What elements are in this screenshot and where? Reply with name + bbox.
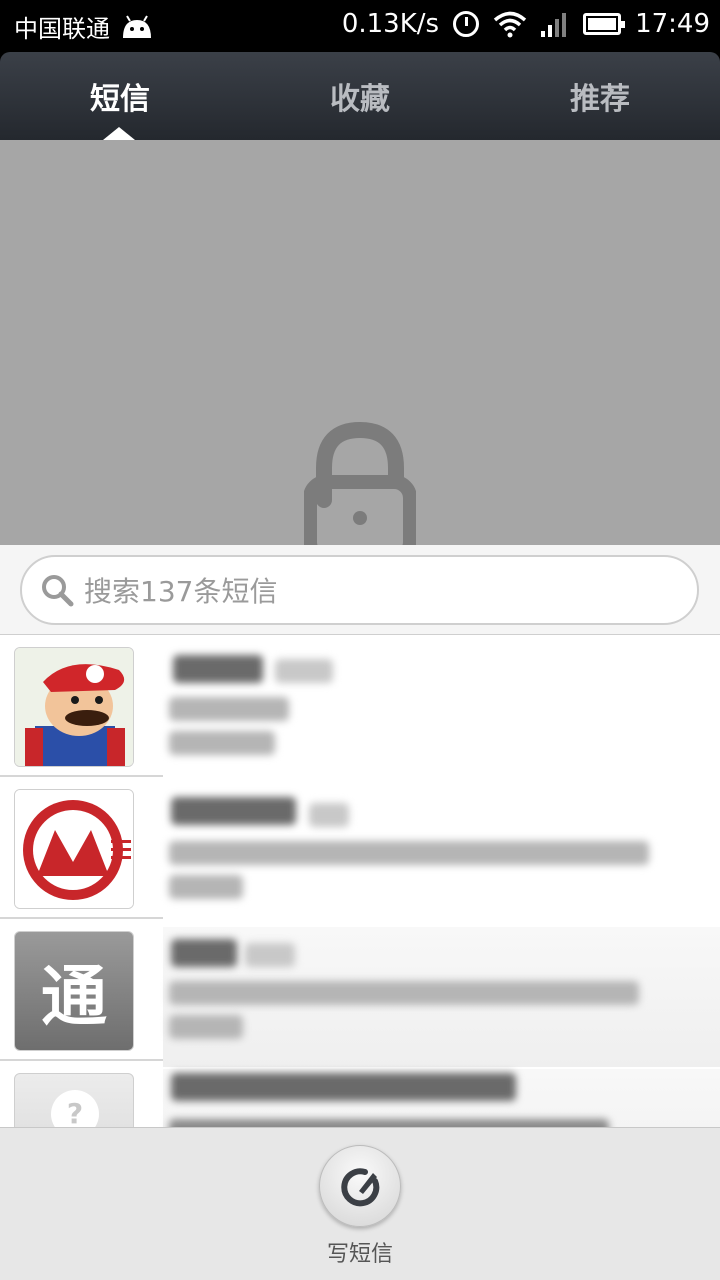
search-placeholder: 搜索137条短信 — [84, 575, 278, 608]
carrier-name: 中国联通 — [14, 15, 110, 43]
compose-icon — [341, 1168, 380, 1207]
search-icon — [40, 573, 74, 607]
compose-message-button[interactable] — [319, 1145, 401, 1227]
search-input[interactable]: 搜索137条短信 — [20, 555, 699, 625]
private-messages-lock-area[interactable] — [0, 140, 720, 545]
alarm-icon — [453, 11, 480, 37]
conversation-list: 通 ? — [0, 635, 720, 1127]
conversation-preview — [163, 635, 720, 775]
wifi-icon — [493, 10, 527, 38]
unknown-contact-avatar: ? — [14, 1073, 134, 1127]
clock: 17:49 — [635, 9, 710, 39]
conversation-row[interactable]: 通 — [0, 919, 720, 1067]
unlock-icon — [304, 421, 416, 545]
unicom-avatar: 通 — [14, 931, 134, 1051]
conversation-preview — [163, 1069, 720, 1127]
battery-icon — [583, 13, 626, 35]
tab-favorites[interactable]: 收藏 — [240, 52, 480, 140]
tab-bar: 短信 收藏 推荐 — [0, 52, 720, 140]
conversation-preview — [163, 927, 720, 1067]
tab-recommended[interactable]: 推荐 — [480, 52, 720, 140]
network-speed: 0.13K/s — [341, 9, 440, 39]
cmb-logo-avatar — [14, 789, 134, 909]
active-tab-indicator — [103, 127, 135, 140]
bottom-action-bar: 写短信 — [0, 1127, 720, 1280]
conversation-row[interactable] — [0, 635, 720, 777]
android-icon — [120, 14, 154, 40]
conversation-row[interactable] — [0, 777, 720, 919]
conversation-row[interactable]: ? — [0, 1061, 720, 1127]
svg-text:?: ? — [67, 1097, 83, 1127]
compose-label: 写短信 — [326, 1242, 393, 1267]
signal-icon — [541, 11, 569, 37]
status-bar: 中国联通 0.13K/s 17:49 — [0, 0, 720, 52]
search-bar: 搜索137条短信 — [0, 545, 720, 635]
mario-avatar — [14, 647, 134, 767]
conversation-preview — [163, 785, 720, 925]
